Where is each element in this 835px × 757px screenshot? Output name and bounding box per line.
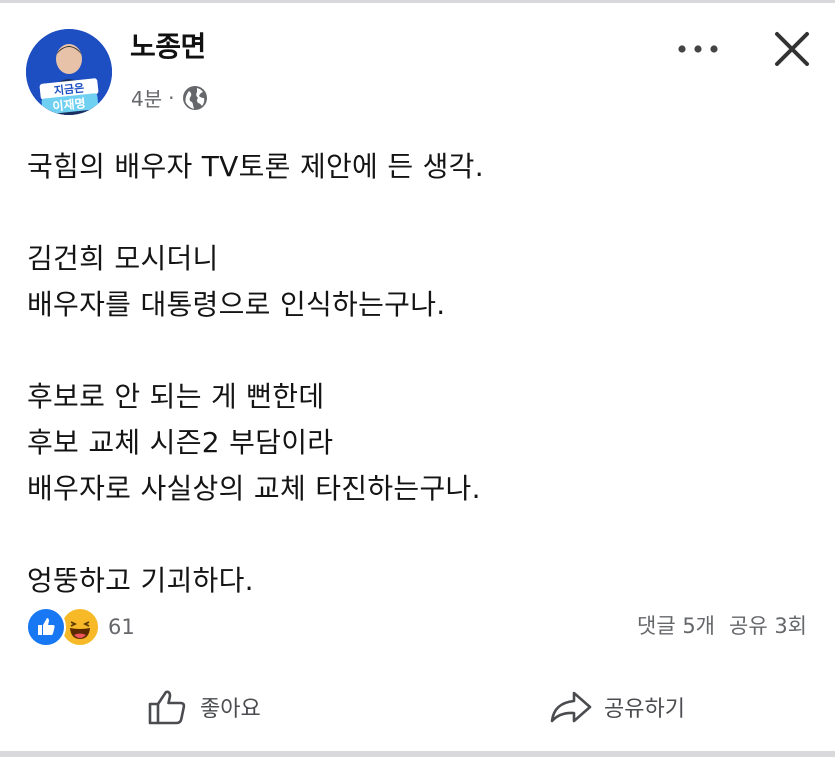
share-button[interactable]: 공유하기 <box>548 675 685 739</box>
share-arrow-icon <box>550 691 592 723</box>
share-count-link[interactable]: 공유 3회 <box>729 610 807 640</box>
post-line: 국힘의 배우자 TV토론 제안에 든 생각. <box>27 150 484 183</box>
like-reaction-icon <box>26 607 66 647</box>
meta-separator: · <box>168 85 175 110</box>
post-paragraph: 국힘의 배우자 TV토론 제안에 든 생각. <box>27 144 484 190</box>
post-body: 국힘의 배우자 TV토론 제안에 든 생각. 김건희 모시더니 배우자를 대통령… <box>27 144 484 650</box>
post-paragraph: 김건희 모시더니 배우자를 대통령으로 인식하는구나. <box>27 236 484 328</box>
post-line: 배우자를 대통령으로 인식하는구나. <box>27 288 446 321</box>
engagement-stats: 댓글 5개 공유 3회 <box>637 610 807 640</box>
reaction-count: 61 <box>108 615 135 639</box>
avatar-portrait-icon: 지금은 이재명 <box>26 29 112 115</box>
author-name[interactable]: 노종면 <box>130 25 206 65</box>
more-options-icon[interactable] <box>676 33 720 65</box>
haha-reaction-icon <box>60 607 100 647</box>
post-time[interactable]: 4분 <box>131 83 162 112</box>
post-line: 후보로 안 되는 게 뻔한데 <box>27 380 325 413</box>
post-line: 배우자로 사실상의 교체 타진하는구나. <box>27 472 481 505</box>
share-label: 공유하기 <box>604 697 685 722</box>
post-line: 후보 교체 시즌2 부담이라 <box>27 426 334 459</box>
globe-icon[interactable] <box>181 84 209 112</box>
reactions-summary[interactable]: 61 <box>26 607 135 647</box>
comment-count-link[interactable]: 댓글 5개 <box>637 610 715 640</box>
action-bar: 좋아요 공유하기 <box>0 675 835 739</box>
post-line: 김건희 모시더니 <box>27 242 219 275</box>
thumbs-up-icon <box>148 690 186 725</box>
avatar[interactable]: 지금은 이재명 <box>26 29 112 115</box>
post-paragraph: 엉뚱하고 기괴하다. <box>27 558 484 604</box>
post-paragraph: 후보로 안 되는 게 뻔한데 후보 교체 시즌2 부담이라 배우자로 사실상의 … <box>27 374 484 512</box>
post-card: 지금은 이재명 노종면 4분 · 국힘의 배우자 TV토론 제안에 든 생각. … <box>0 3 835 751</box>
like-button[interactable]: 좋아요 <box>146 675 261 739</box>
post-meta: 4분 · <box>131 83 209 112</box>
like-label: 좋아요 <box>200 697 261 722</box>
post-line: 엉뚱하고 기괴하다. <box>27 564 254 597</box>
close-icon[interactable] <box>772 29 812 69</box>
